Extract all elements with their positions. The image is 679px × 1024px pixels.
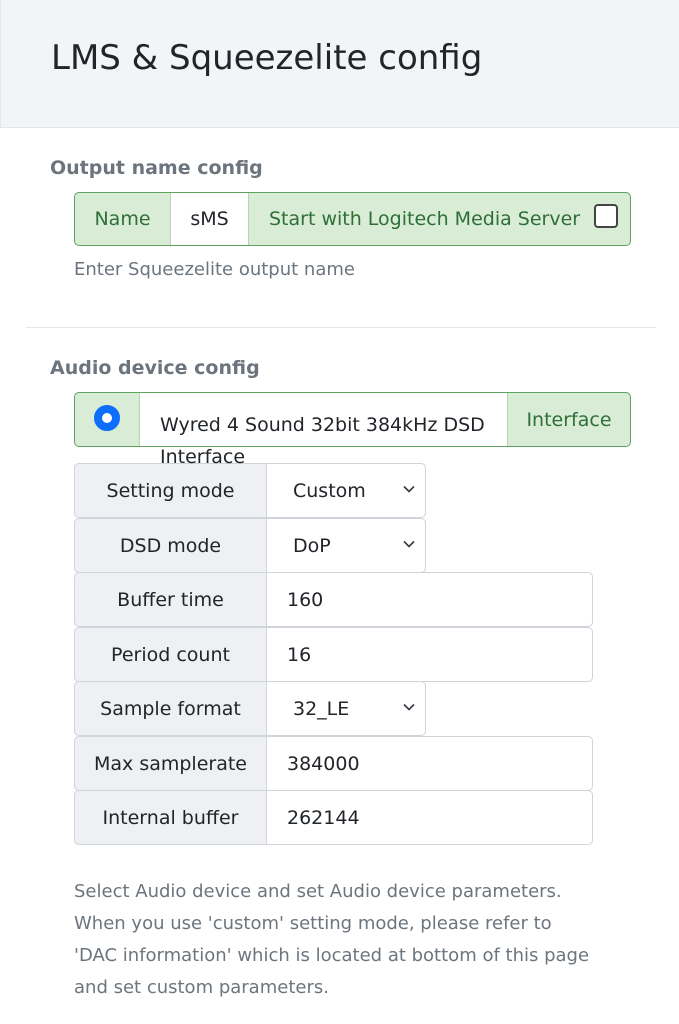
param-row-sample-format: Sample format 32_LE xyxy=(74,681,426,736)
sample-format-label: Sample format xyxy=(74,681,267,736)
interface-label: Interface xyxy=(526,408,612,431)
output-section-title: Output name config xyxy=(50,157,263,179)
param-row-buffer-time: Buffer time 160 xyxy=(74,572,593,627)
page-header: LMS & Squeezelite config xyxy=(0,0,679,128)
name-label: Name xyxy=(75,193,171,245)
period-count-label: Period count xyxy=(74,627,267,682)
dsd-mode-select[interactable]: DoP xyxy=(267,518,426,573)
device-name-text: Wyred 4 Sound 32bit 384kHz DSD Interface xyxy=(160,414,485,468)
param-row-internal-buffer: Internal buffer 262144 xyxy=(74,790,593,845)
setting-mode-value: Custom xyxy=(293,479,366,502)
param-row-period-count: Period count 16 xyxy=(74,627,593,682)
lms-toggle-group[interactable]: Start with Logitech Media Server xyxy=(249,193,630,245)
device-radio-cell[interactable] xyxy=(75,393,140,446)
audio-help-line: When you use 'custom' setting mode, plea… xyxy=(74,913,552,934)
output-name-group: Name Start with Logitech Media Server xyxy=(74,192,631,246)
lms-checkbox[interactable] xyxy=(594,204,619,228)
output-name-help: Enter Squeezelite output name xyxy=(74,259,355,280)
sample-format-value: 32_LE xyxy=(293,697,350,720)
internal-buffer-input[interactable]: 262144 xyxy=(267,790,593,845)
section-divider xyxy=(26,327,656,328)
audio-help-line: Select Audio device and set Audio device… xyxy=(74,881,562,902)
max-samplerate-input[interactable]: 384000 xyxy=(267,736,593,791)
buffer-time-input[interactable]: 160 xyxy=(267,572,593,627)
max-samplerate-label: Max samplerate xyxy=(74,736,267,791)
dsd-mode-value: DoP xyxy=(293,534,331,557)
lms-label: Start with Logitech Media Server xyxy=(269,208,581,230)
audio-help-line: 'DAC information' which is located at bo… xyxy=(74,945,590,966)
audio-help: Select Audio device and set Audio device… xyxy=(74,876,589,1004)
period-count-input[interactable]: 16 xyxy=(267,627,593,682)
device-name-field: Wyred 4 Sound 32bit 384kHz DSD Interface xyxy=(140,393,508,468)
param-row-dsd-mode: DSD mode DoP xyxy=(74,518,426,573)
param-row-max-samplerate: Max samplerate 384000 xyxy=(74,736,593,791)
internal-buffer-label: Internal buffer xyxy=(74,790,267,845)
audio-help-line: and set custom parameters. xyxy=(74,977,329,998)
audio-section-title: Audio device config xyxy=(50,357,260,379)
output-name-input[interactable] xyxy=(171,193,249,245)
page-title: LMS & Squeezelite config xyxy=(51,38,483,78)
audio-device-group: Wyred 4 Sound 32bit 384kHz DSD Interface… xyxy=(74,392,631,468)
chevron-down-icon xyxy=(403,703,415,711)
radio-selected-icon[interactable] xyxy=(94,404,120,431)
buffer-time-label: Buffer time xyxy=(74,572,267,627)
sample-format-select[interactable]: 32_LE xyxy=(267,681,426,736)
chevron-down-icon xyxy=(403,485,415,493)
chevron-down-icon xyxy=(403,540,415,548)
dsd-mode-label: DSD mode xyxy=(74,518,267,573)
